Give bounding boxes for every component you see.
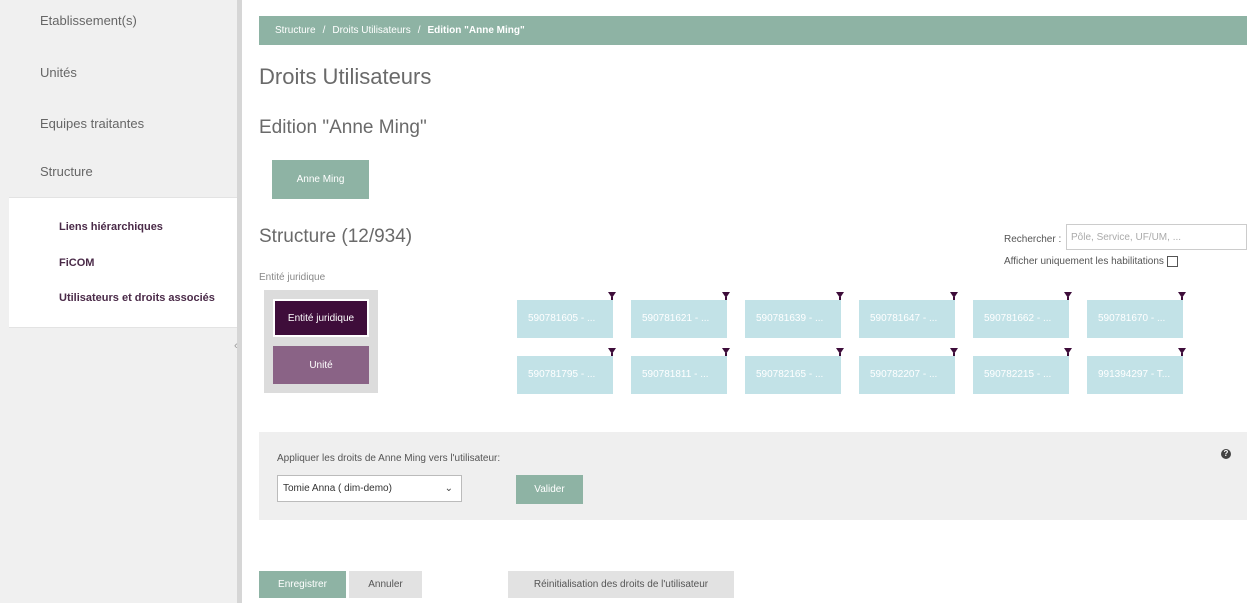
- filter-funnel-icon[interactable]: [1178, 348, 1186, 356]
- collapse-sidebar-icon[interactable]: ‹: [234, 340, 238, 352]
- structure-tile[interactable]: 590782207 - ...: [859, 356, 955, 394]
- reset-rights-button[interactable]: Réinitialisation des droits de l'utilisa…: [508, 571, 734, 598]
- structure-tile[interactable]: 590781795 - ...: [517, 356, 613, 394]
- target-user-value: Tomie Anna ( dim-demo): [283, 483, 392, 494]
- structure-tile[interactable]: 590782165 - ...: [745, 356, 841, 394]
- target-user-select[interactable]: Tomie Anna ( dim-demo) ⌄: [277, 475, 462, 502]
- filter-funnel-icon[interactable]: [1064, 292, 1072, 300]
- validate-button[interactable]: Valider: [516, 475, 583, 504]
- breadcrumb-structure[interactable]: Structure: [275, 25, 316, 36]
- filter-funnel-icon[interactable]: [608, 348, 616, 356]
- breadcrumb-droits-utilisateurs[interactable]: Droits Utilisateurs: [332, 25, 410, 36]
- filter-funnel-icon[interactable]: [836, 348, 844, 356]
- breadcrumb-separator: /: [322, 25, 326, 36]
- filter-funnel-icon[interactable]: [722, 292, 730, 300]
- structure-tile[interactable]: 590781639 - ...: [745, 300, 841, 338]
- cancel-button[interactable]: Annuler: [349, 571, 422, 598]
- breadcrumb: Structure / Droits Utilisateurs / Edition "A…: [259, 16, 1247, 45]
- submenu-item-utilisateurs-droits[interactable]: Utilisateurs et droits associés: [59, 292, 215, 304]
- chevron-down-icon: ⌄: [444, 483, 453, 494]
- filter-funnel-icon[interactable]: [836, 292, 844, 300]
- structure-tile[interactable]: 590781647 - ...: [859, 300, 955, 338]
- apply-rights-section: Appliquer les droits de Anne Ming vers l…: [259, 432, 1247, 520]
- breadcrumb-separator: /: [417, 25, 421, 36]
- structure-tile[interactable]: 590781621 - ...: [631, 300, 727, 338]
- edit-title: Edition "Anne Ming": [259, 117, 427, 138]
- type-panel: Entité juridique Unité: [264, 290, 378, 393]
- submenu-item-ficom[interactable]: FiCOM: [59, 257, 94, 269]
- structure-tile[interactable]: 590781670 - ...: [1087, 300, 1183, 338]
- search-input[interactable]: [1066, 224, 1247, 250]
- filter-funnel-icon[interactable]: [1178, 292, 1186, 300]
- structure-submenu: Liens hiérarchiques FiCOM Utilisateurs e…: [9, 197, 237, 328]
- filter-funnel-icon[interactable]: [950, 348, 958, 356]
- filter-funnel-icon[interactable]: [1064, 348, 1072, 356]
- structure-tile[interactable]: 590781811 - ...: [631, 356, 727, 394]
- structure-title: Structure (12/934): [259, 226, 413, 247]
- sidebar-item-equipes-traitantes[interactable]: Equipes traitantes: [40, 116, 144, 131]
- type-unite-button[interactable]: Unité: [273, 346, 369, 384]
- submenu-item-liens-hierarchiques[interactable]: Liens hiérarchiques: [59, 221, 163, 233]
- sidebar-scrollbar[interactable]: [237, 0, 242, 603]
- sidebar-item-unites[interactable]: Unités: [40, 65, 77, 80]
- filter-funnel-icon[interactable]: [608, 292, 616, 300]
- filter-checkbox[interactable]: [1166, 256, 1178, 267]
- save-button[interactable]: Enregistrer: [259, 571, 346, 598]
- sidebar: Etablissement(s) Unités Equipes traitant…: [0, 0, 237, 603]
- type-entite-juridique-button[interactable]: Entité juridique: [273, 299, 369, 337]
- level-label: Entité juridique: [259, 272, 326, 283]
- structure-tile[interactable]: 590781662 - ...: [973, 300, 1069, 338]
- sidebar-item-etablissements[interactable]: Etablissement(s): [40, 13, 137, 28]
- help-icon[interactable]: ?: [1221, 449, 1231, 459]
- filter-label: Afficher uniquement les habilitations: [1004, 256, 1164, 267]
- filter-row: Afficher uniquement les habilitations: [1004, 256, 1178, 267]
- user-button[interactable]: Anne Ming: [272, 160, 369, 199]
- structure-tile[interactable]: 590782215 - ...: [973, 356, 1069, 394]
- filter-funnel-icon[interactable]: [950, 292, 958, 300]
- breadcrumb-current: Edition "Anne Ming": [427, 25, 525, 36]
- structure-tile[interactable]: 991394297 - T...: [1087, 356, 1183, 394]
- filter-funnel-icon[interactable]: [722, 348, 730, 356]
- search-label: Rechercher :: [1004, 234, 1062, 245]
- apply-rights-label: Appliquer les droits de Anne Ming vers l…: [277, 453, 501, 464]
- structure-tile[interactable]: 590781605 - ...: [517, 300, 613, 338]
- page-title: Droits Utilisateurs: [259, 64, 432, 89]
- sidebar-item-structure[interactable]: Structure: [40, 164, 93, 179]
